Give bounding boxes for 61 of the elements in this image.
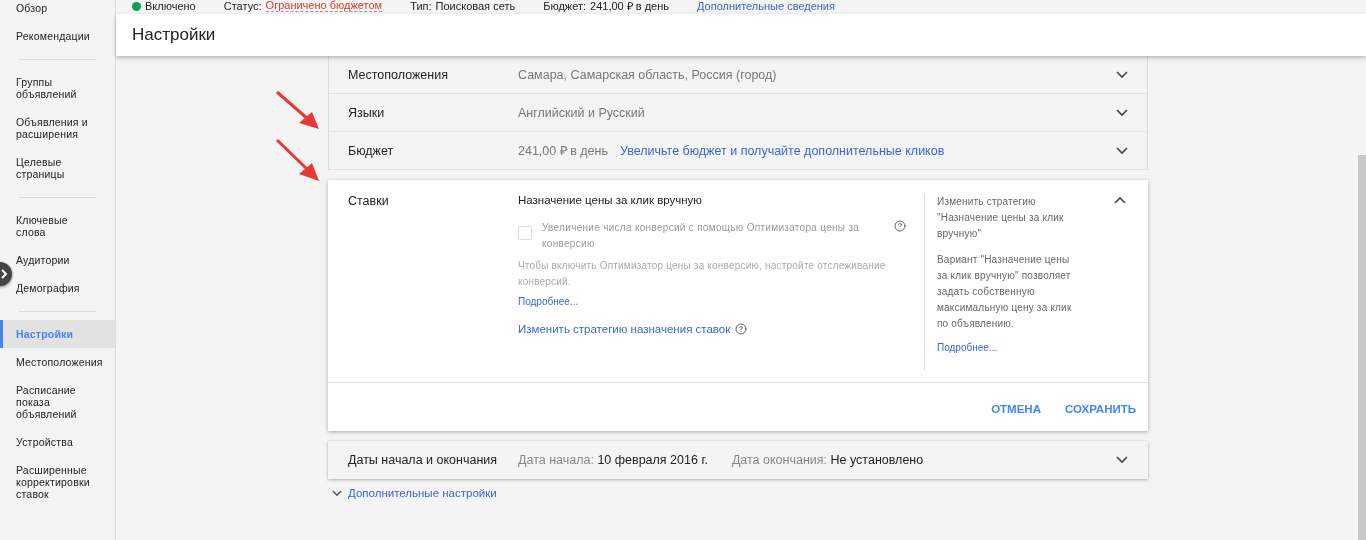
sidebar-item[interactable]: Целевые страницы (16, 148, 115, 188)
details-link[interactable]: Дополнительные сведения (697, 0, 835, 12)
help-icon[interactable] (894, 220, 906, 232)
chevron-icon[interactable] (1116, 456, 1128, 464)
summary-label: Тип: (410, 0, 432, 12)
more-link[interactable]: Подробнее... (937, 342, 998, 353)
cancel-button[interactable]: ОТМЕНА (989, 401, 1043, 417)
chevron-icon[interactable] (1116, 108, 1128, 117)
hint-text: Чтобы включить Оптимизатор цены за конверсию, настройте отслеживание конверсий. (518, 259, 887, 289)
summary-value: 241,00 ₽ в день (590, 0, 670, 12)
date-value: 10 февраля 2016 г. (597, 453, 708, 467)
chevron-icon (332, 489, 342, 497)
strategy-name: Назначение цены за клик вручную (518, 194, 703, 206)
help-icon[interactable] (735, 323, 748, 335)
change-strategy-link[interactable]: Изменить стратегию назначения ставок (518, 323, 731, 335)
row-value: 241,00 ₽ в день (518, 143, 608, 159)
sidebar-item[interactable]: Расписание показа объявлений (16, 376, 115, 428)
chevron-icon[interactable] (1116, 146, 1128, 155)
status-dot-icon (132, 1, 141, 11)
checkbox-label: Увеличение числа конверсий с помощью Оптимизатора цены за конверсию (542, 221, 861, 251)
scrollbar[interactable] (1358, 155, 1366, 540)
row-value: Самара, Самарская область, Россия (город) (518, 67, 777, 82)
date-value: Не установлено (830, 453, 924, 467)
save-button[interactable]: СОХРАНИТЬ (1062, 401, 1138, 417)
sidebar-item[interactable]: Группы объявлений (16, 68, 115, 108)
more-link[interactable]: Подробнее... (518, 296, 579, 307)
more-settings-link[interactable]: Дополнительные настройки (328, 479, 501, 507)
chevron-icon[interactable] (1116, 70, 1128, 79)
status-value[interactable]: Ограничено бюджетом (265, 0, 383, 12)
settings-row[interactable]: Языки Английский и Русский (328, 94, 1148, 132)
sidebar-item[interactable]: Устройства (16, 428, 115, 456)
enabled-text: Включено (145, 0, 196, 12)
sidebar-item[interactable]: Объявления и расширения (16, 108, 115, 148)
sidebar-item[interactable]: Аудитории (16, 246, 115, 274)
sidebar-item[interactable]: Расширенные корректировки ставок (16, 456, 115, 508)
collapse-button[interactable] (1112, 194, 1128, 206)
summary-label: Бюджет: (543, 0, 587, 12)
sidebar-item[interactable]: Рекомендации (16, 22, 115, 50)
date-label: Дата окончания: (731, 453, 828, 467)
budget-link[interactable]: Увеличьте бюджет и получайте дополнительные кликов (619, 143, 945, 158)
settings-row[interactable]: Бюджет 241,00 ₽ в день Увеличьте бюджет и получайте дополнительные кликов (328, 132, 1148, 170)
side-description: Вариант "Назначение цены за клик вручную" позволяет задать собственную максимальную цену за клик по объявлению. (937, 253, 1073, 331)
card-label: Ставки (348, 194, 390, 210)
summary-label: Статус: (223, 0, 262, 12)
chevron-right-icon (0, 269, 8, 279)
side-title: Изменить стратегию "Назначение цены за клик вручную" (937, 195, 1065, 241)
sidebar-item[interactable]: Местоположения (16, 348, 115, 376)
settings-row[interactable]: Местоположения Самара, Самарская область, Россия (город) (328, 56, 1148, 94)
chevron-icon (1114, 196, 1126, 204)
row-value: Английский и Русский (518, 105, 645, 120)
row-label: Местоположения (348, 67, 449, 82)
row-label: Даты начала и окончания (348, 453, 499, 467)
sidebar-item[interactable]: Обзор (16, 0, 115, 22)
summary-value: Поисковая сеть (435, 0, 516, 12)
page-title: Настройки (132, 25, 216, 45)
row-label: Бюджет (348, 143, 395, 158)
settings-row[interactable]: Даты начала и окончания Дата начала: 10 февраля 2016 г. Дата окончания: Не установлено (328, 441, 1148, 479)
sidebar-item[interactable]: Ключевые слова (16, 206, 115, 246)
date-label: Дата начала: (518, 453, 594, 467)
sidebar-item[interactable]: Демография (16, 274, 115, 302)
row-label: Языки (348, 105, 386, 120)
